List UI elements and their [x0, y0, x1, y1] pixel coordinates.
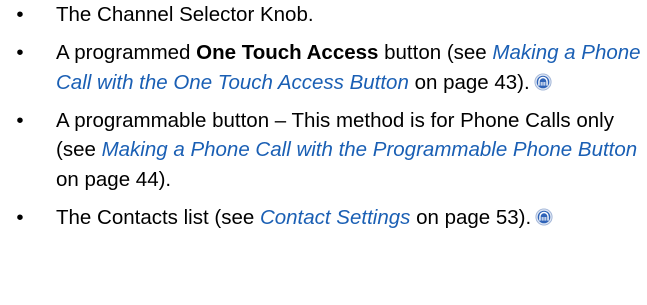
bullet: • [16, 3, 24, 26]
programmable-phone-button-link[interactable]: Making a Phone Call with the Programmabl… [102, 138, 638, 161]
item-middle: button (see [378, 41, 493, 64]
item-suffix: on page 53). [410, 205, 532, 229]
item-suffix: on page 44). [56, 167, 172, 191]
feature-badge-icon [535, 207, 553, 226]
bullet: • [16, 108, 24, 132]
item-prefix: The Contacts list (see [56, 205, 260, 229]
contact-settings-link[interactable]: Contact Settings [260, 206, 410, 229]
item-prefix: A programmed [56, 41, 197, 64]
one-touch-access-label: One Touch Access [196, 41, 379, 64]
bullet: • [16, 41, 24, 64]
list-item-contacts-list: • The Contacts list (see Contact Setting… [0, 203, 646, 233]
bullet-list: • The Channel Selector Knob. • A program… [0, 0, 647, 241]
list-item-programmable-button: • A programmable button – This method is… [0, 106, 646, 195]
list-item-one-touch-access: • A programmed One Touch Access button (… [0, 38, 646, 97]
feature-badge-icon [534, 72, 552, 91]
item-text: The Channel Selector Knob. [56, 3, 314, 26]
list-item-channel-knob: • The Channel Selector Knob. [0, 0, 646, 30]
item-suffix: on page 43). [408, 70, 530, 94]
bullet: • [16, 205, 24, 229]
